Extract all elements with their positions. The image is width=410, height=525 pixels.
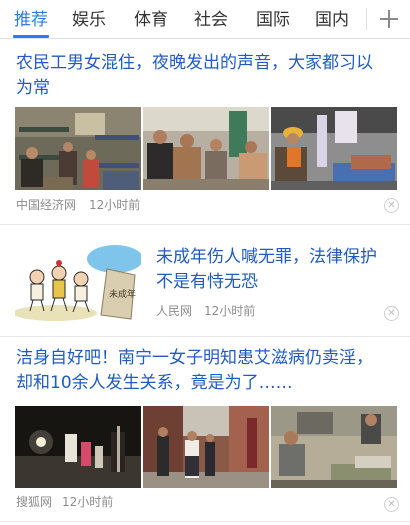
news-image-cartoon[interactable]: 未成年 (15, 239, 141, 323)
news-source: 人民网 (156, 304, 193, 318)
alley-people-walking-photo (143, 406, 269, 488)
headline-line: 农民工男女混住，夜晚发出的声音，大家都习以 (16, 53, 373, 73)
tab-society[interactable]: 社会 (190, 7, 232, 33)
news-image-dormitory[interactable] (15, 107, 141, 190)
news-image-hardhat[interactable] (271, 107, 397, 190)
news-source: 搜狐网 (16, 495, 53, 509)
news-image-room[interactable] (271, 406, 397, 488)
cartoon-sign-text: 未成年 (109, 288, 136, 300)
worker-in-hardhat-photo (271, 107, 397, 190)
news-time: 12小时前 (62, 495, 114, 509)
news-image-night-street[interactable] (15, 406, 141, 488)
tab-recommended[interactable]: 推荐 (10, 7, 52, 33)
list-divider (0, 336, 410, 337)
news-headline[interactable]: 未成年伤人喊无罪，法律保护 不是有恃无恐 (156, 245, 401, 295)
headline-line: 未成年伤人喊无罪，法律保护 (156, 247, 377, 267)
news-headline[interactable]: 农民工男女混住，夜晚发出的声音，大家都习以 为常 (16, 51, 401, 101)
list-divider (0, 224, 410, 225)
news-image-workers[interactable] (143, 107, 269, 190)
tab-entertainment[interactable]: 娱乐 (68, 7, 110, 33)
news-time: 12小时前 (204, 304, 256, 318)
news-time: 12小时前 (89, 198, 141, 212)
dormitory-bunk-beds-photo (15, 107, 141, 190)
channel-tab-bar: 推荐 娱乐 体育 社会 国际 国内 (0, 0, 410, 39)
news-image-alley[interactable] (143, 406, 269, 488)
cartoon-minors-illustration: 未成年 (15, 239, 141, 323)
workers-sitting-in-room-photo (143, 107, 269, 190)
plus-icon[interactable] (378, 8, 400, 30)
headline-line: 不是有恃无恐 (156, 272, 258, 292)
headline-line: 为常 (16, 78, 50, 98)
night-street-photo (15, 406, 141, 488)
active-tab-indicator (13, 35, 49, 38)
person-in-rundown-room-photo (271, 406, 397, 488)
headline-line: 却和10余人发生关系，竟是为了…… (16, 373, 293, 393)
close-icon[interactable]: ✕ (384, 198, 399, 213)
tab-domestic[interactable]: 国内 (311, 7, 353, 33)
close-icon[interactable]: ✕ (384, 497, 399, 512)
tab-divider (366, 8, 367, 30)
tab-sports[interactable]: 体育 (130, 7, 172, 33)
close-icon[interactable]: ✕ (384, 306, 399, 321)
headline-line: 洁身自好吧！南宁一女子明知患艾滋病仍卖淫， (16, 348, 373, 368)
news-source: 中国经济网 (16, 198, 77, 212)
news-headline[interactable]: 洁身自好吧！南宁一女子明知患艾滋病仍卖淫， 却和10余人发生关系，竟是为了…… (16, 346, 406, 396)
list-divider (0, 521, 410, 522)
tab-international[interactable]: 国际 (252, 7, 294, 33)
